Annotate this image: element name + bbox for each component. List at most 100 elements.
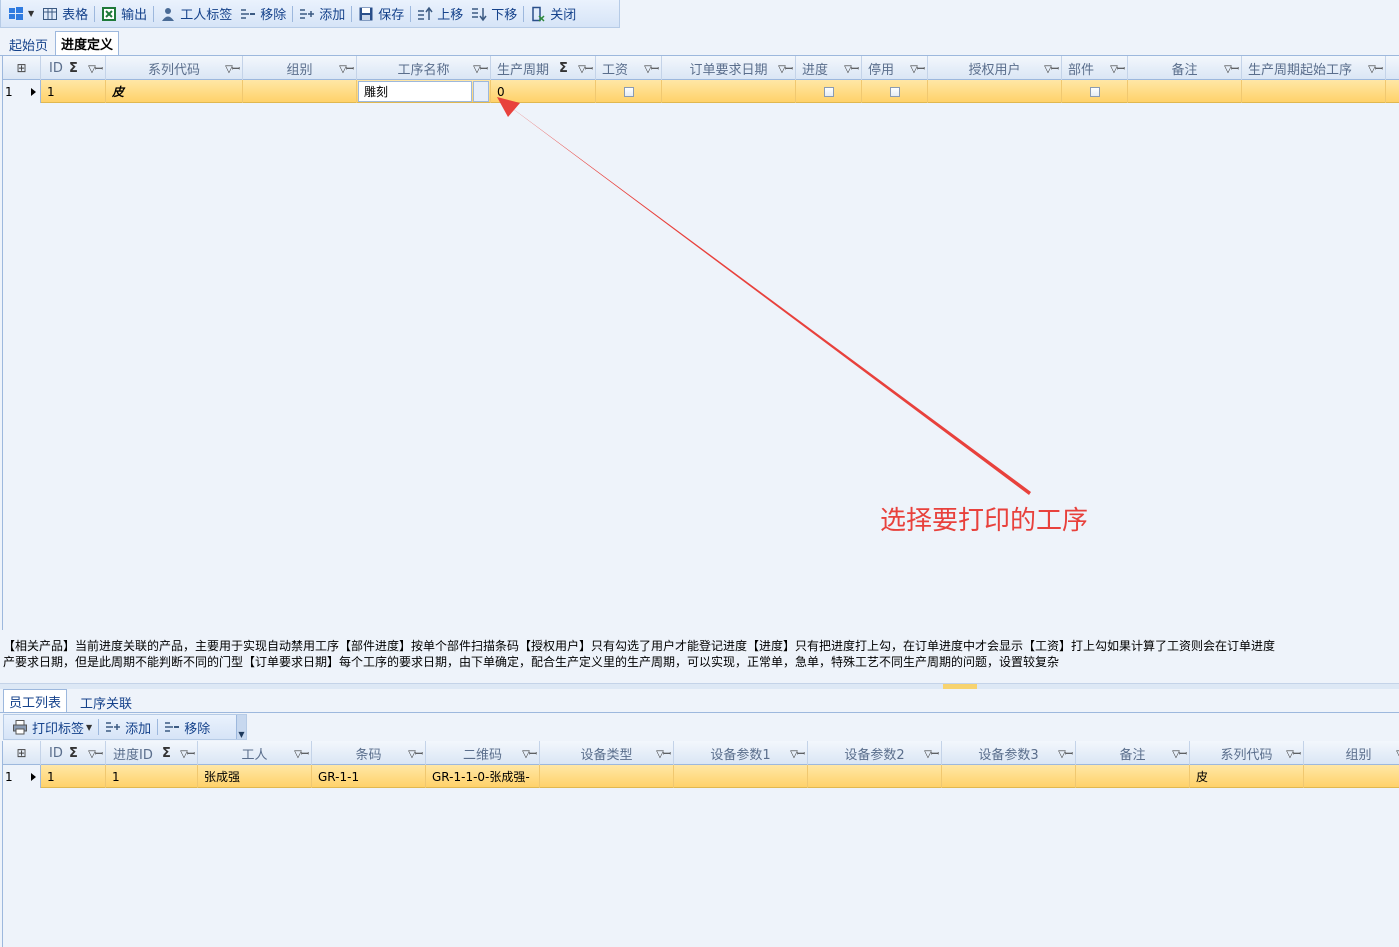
- column-header-id[interactable]: ID Σ ▽ꟷ: [41, 741, 106, 765]
- column-header-disabled[interactable]: 停用 ▽ꟷ: [862, 56, 928, 80]
- filter-icon[interactable]: ▽ꟷ: [408, 746, 423, 760]
- column-header-cycle[interactable]: 生产周期 Σ ▽ꟷ: [491, 56, 596, 80]
- toolbar-export-button[interactable]: 输出: [97, 3, 151, 25]
- filter-icon[interactable]: ▽ꟷ: [1368, 61, 1383, 75]
- cell-process-name[interactable]: 雕刻: [357, 80, 491, 103]
- cell-device-param3[interactable]: [942, 765, 1076, 788]
- column-header-device-param1[interactable]: 设备参数1 ▽ꟷ: [674, 741, 808, 765]
- filter-icon[interactable]: ▽ꟷ: [1224, 61, 1239, 75]
- filter-icon[interactable]: ▽ꟷ: [1286, 746, 1301, 760]
- filter-icon[interactable]: ▽ꟷ: [844, 61, 859, 75]
- filter-icon[interactable]: ▽ꟷ: [339, 61, 354, 75]
- filter-icon[interactable]: ▽ꟷ: [1110, 61, 1125, 75]
- filter-icon[interactable]: ▽ꟷ: [473, 61, 488, 75]
- filter-icon[interactable]: ▽ꟷ: [790, 746, 805, 760]
- column-header-series-code[interactable]: 系列代码 ▽ꟷ: [1190, 741, 1304, 765]
- panel-splitter[interactable]: [0, 683, 1399, 689]
- tab-progress-definition[interactable]: 进度定义: [55, 31, 120, 55]
- toolbar-save-button[interactable]: 保存: [354, 3, 408, 25]
- row-indicator[interactable]: 1: [3, 80, 41, 103]
- toolbar-move-down-button[interactable]: 下移: [467, 3, 521, 25]
- toolbar-add-button[interactable]: 添加: [295, 3, 349, 25]
- cell-remark[interactable]: [1128, 80, 1242, 103]
- filter-icon[interactable]: ▽ꟷ: [778, 61, 793, 75]
- toolbar-move-up-button[interactable]: 上移: [413, 3, 467, 25]
- table-row[interactable]: 1 1 1 张成强 GR-1-1 GR-1-1-0-张成强- 皮: [3, 765, 1399, 788]
- part-checkbox[interactable]: [1089, 86, 1100, 97]
- column-header-device-type[interactable]: 设备类型 ▽ꟷ: [540, 741, 674, 765]
- toolbar-close-button[interactable]: 关闭: [526, 3, 580, 25]
- filter-icon[interactable]: ▽ꟷ: [225, 61, 240, 75]
- cell-id[interactable]: 1: [41, 765, 106, 788]
- cell-auth-user[interactable]: [928, 80, 1062, 103]
- column-header-progress[interactable]: 进度 ▽ꟷ: [796, 56, 862, 80]
- tab-process-link[interactable]: 工序关联: [74, 691, 138, 713]
- filter-icon[interactable]: ▽ꟷ: [1044, 61, 1059, 75]
- cell-barcode[interactable]: GR-1-1: [312, 765, 426, 788]
- column-header-auth-user[interactable]: 授权用户 ▽ꟷ: [928, 56, 1062, 80]
- filter-icon[interactable]: ▽ꟷ: [294, 746, 309, 760]
- column-chooser-button[interactable]: ⊞: [3, 56, 41, 80]
- column-header-remark[interactable]: 备注 ▽ꟷ: [1076, 741, 1190, 765]
- disabled-checkbox[interactable]: [889, 86, 900, 97]
- tab-start-page[interactable]: 起始页: [3, 33, 54, 55]
- toolbar-remove-button[interactable]: 移除: [236, 3, 290, 25]
- cell-order-date[interactable]: [662, 80, 796, 103]
- cell-id[interactable]: 1: [41, 80, 106, 103]
- filter-icon[interactable]: ▽ꟷ: [910, 61, 925, 75]
- toolbar-worker-label-button[interactable]: 工人标签: [156, 3, 236, 25]
- detail-add-button[interactable]: 添加: [101, 716, 155, 738]
- cell-device-param2[interactable]: [808, 765, 942, 788]
- cell-disabled[interactable]: [862, 80, 928, 103]
- row-indicator[interactable]: 1: [3, 765, 41, 788]
- chevron-down-icon[interactable]: ▼: [86, 723, 92, 732]
- splitter-grip[interactable]: [943, 684, 977, 689]
- column-header-qrcode[interactable]: 二维码 ▽ꟷ: [426, 741, 540, 765]
- column-header-group[interactable]: 组别 ▽ꟷ: [243, 56, 357, 80]
- detail-remove-button[interactable]: 移除: [160, 716, 214, 738]
- column-header-worker[interactable]: 工人 ▽ꟷ: [198, 741, 312, 765]
- cell-qrcode[interactable]: GR-1-1-0-张成强-: [426, 765, 540, 788]
- filter-icon[interactable]: ▽ꟷ: [88, 61, 103, 75]
- column-header-process-name[interactable]: 工序名称 ▽ꟷ: [357, 56, 491, 80]
- cell-cycle[interactable]: 0: [491, 80, 596, 103]
- cell-worker[interactable]: 张成强: [198, 765, 312, 788]
- cell-cycle-start[interactable]: [1242, 80, 1386, 103]
- progress-checkbox[interactable]: [823, 86, 834, 97]
- filter-icon[interactable]: ▽ꟷ: [1058, 746, 1073, 760]
- cell-group[interactable]: [1304, 765, 1399, 788]
- filter-icon[interactable]: ▽ꟷ: [522, 746, 537, 760]
- process-name-editor[interactable]: 雕刻: [358, 81, 472, 102]
- column-header-remark[interactable]: 备注 ▽ꟷ: [1128, 56, 1242, 80]
- column-chooser-button[interactable]: ⊞: [3, 741, 41, 765]
- filter-icon[interactable]: ▽ꟷ: [924, 746, 939, 760]
- cell-device-param1[interactable]: [674, 765, 808, 788]
- cell-group[interactable]: [243, 80, 357, 103]
- filter-icon[interactable]: ▽ꟷ: [88, 746, 103, 760]
- column-header-device-param3[interactable]: 设备参数3 ▽ꟷ: [942, 741, 1076, 765]
- toolbar-table-button[interactable]: 表格: [38, 3, 92, 25]
- column-header-part[interactable]: 部件 ▽ꟷ: [1062, 56, 1128, 80]
- filter-icon[interactable]: ▽ꟷ: [656, 746, 671, 760]
- column-header-order-date[interactable]: 订单要求日期 ▽ꟷ: [662, 56, 796, 80]
- editor-dropdown-button[interactable]: [473, 81, 489, 102]
- cell-remark[interactable]: [1076, 765, 1190, 788]
- column-header-cycle-start[interactable]: 生产周期起始工序 ▽ꟷ: [1242, 56, 1386, 80]
- tab-employee-list[interactable]: 员工列表: [3, 689, 68, 713]
- column-header-progress-id[interactable]: 进度ID Σ ▽ꟷ: [106, 741, 198, 765]
- cell-wage[interactable]: [596, 80, 662, 103]
- column-header-group[interactable]: 组别 ▽ꟷ: [1304, 741, 1399, 765]
- cell-series-code[interactable]: 皮: [1190, 765, 1304, 788]
- print-label-button[interactable]: 打印标签 ▼: [8, 716, 96, 738]
- app-menu-button[interactable]: ▼: [4, 3, 38, 25]
- column-header-series-code[interactable]: 系列代码 ▽ꟷ: [106, 56, 243, 80]
- cell-series-code[interactable]: 皮: [106, 80, 243, 103]
- column-header-barcode[interactable]: 条码 ▽ꟷ: [312, 741, 426, 765]
- cell-part[interactable]: [1062, 80, 1128, 103]
- table-row[interactable]: 1 1 皮 雕刻 0: [3, 80, 1399, 103]
- cell-progress-id[interactable]: 1: [106, 765, 198, 788]
- wage-checkbox[interactable]: [623, 86, 634, 97]
- filter-icon[interactable]: ▽ꟷ: [1172, 746, 1187, 760]
- cell-progress[interactable]: [796, 80, 862, 103]
- filter-icon[interactable]: ▽ꟷ: [578, 61, 593, 75]
